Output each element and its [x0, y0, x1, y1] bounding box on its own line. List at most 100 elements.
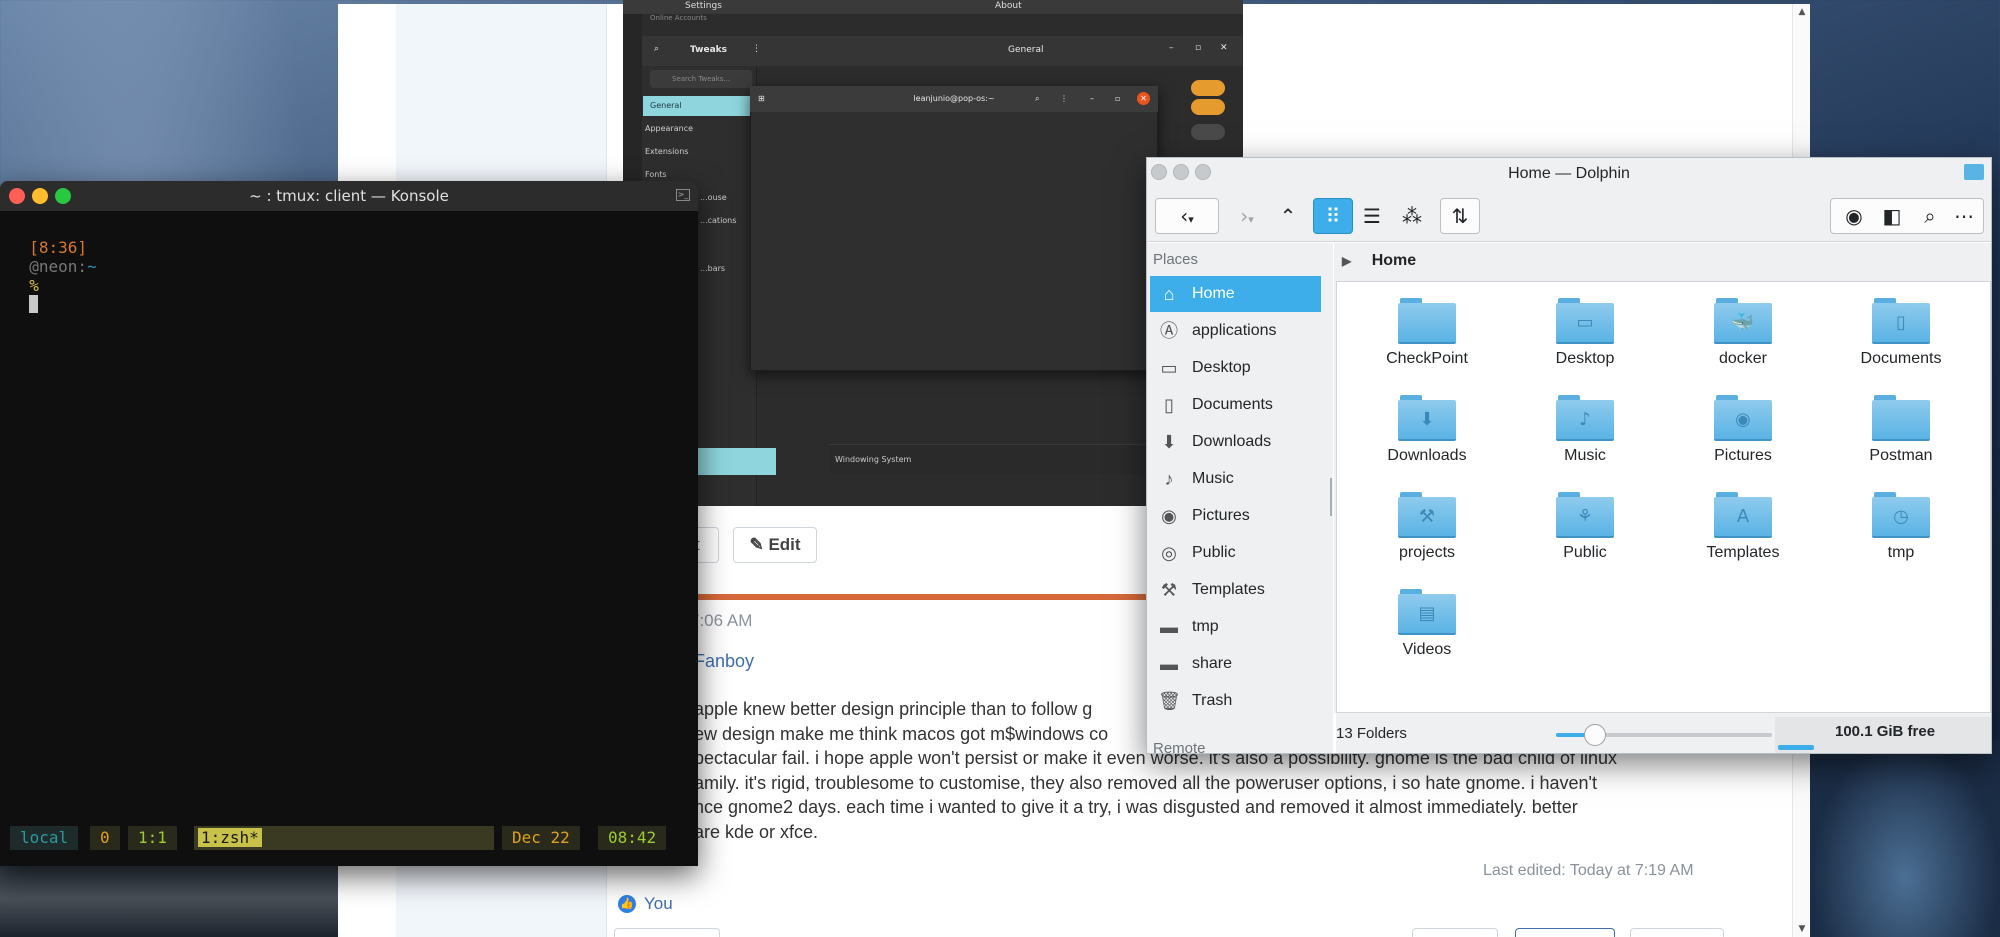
- terminal-search-icon[interactable]: ⌕: [1035, 86, 1039, 112]
- folder-item[interactable]: ⚒ projects: [1363, 492, 1491, 584]
- maximize-icon[interactable]: ▫: [1115, 86, 1120, 112]
- close-icon[interactable]: ✕: [1220, 43, 1228, 53]
- settings-selected-item[interactable]: [690, 448, 776, 475]
- place-applications[interactable]: Ⓐapplications: [1150, 313, 1321, 349]
- place-desktop[interactable]: ▭ Desktop: [1150, 350, 1321, 386]
- close-icon[interactable]: ✕: [1137, 92, 1150, 105]
- minimize-icon[interactable]: –: [1169, 43, 1174, 53]
- tmux-window-bar[interactable]: 1:zsh*: [194, 826, 494, 850]
- scroll-up-icon[interactable]: ▲: [1793, 4, 1811, 20]
- toggle-switch[interactable]: [1191, 99, 1225, 115]
- breadcrumb-home[interactable]: Home: [1372, 252, 1416, 269]
- folder-item[interactable]: A Templates: [1679, 492, 1807, 584]
- close-button[interactable]: [1151, 164, 1167, 180]
- minimize-button[interactable]: [32, 188, 48, 204]
- scroll-down-icon[interactable]: ▼: [1793, 921, 1811, 937]
- places-remote-header: Remote: [1153, 740, 1206, 757]
- folder-emblem: ◉: [1735, 409, 1751, 430]
- minimize-button[interactable]: [1173, 164, 1189, 180]
- icons-view-button[interactable]: ⠿: [1313, 198, 1353, 234]
- back-button[interactable]: ‹▾: [1155, 198, 1219, 234]
- post-action-button[interactable]: [1630, 928, 1724, 937]
- folder-item[interactable]: ⚘ Public: [1521, 492, 1649, 584]
- zoom-slider-handle[interactable]: [1584, 724, 1606, 746]
- post-action-button[interactable]: [1515, 928, 1615, 937]
- folder-icon: ♪: [1556, 395, 1614, 441]
- place-share[interactable]: ▬ share: [1150, 646, 1321, 682]
- maximize-icon[interactable]: ▫: [1195, 43, 1201, 53]
- sort-button[interactable]: ⇅: [1440, 198, 1480, 234]
- toggle-switch[interactable]: [1191, 80, 1225, 96]
- folder-item[interactable]: Postman: [1837, 395, 1965, 487]
- forward-button[interactable]: ›▾: [1218, 198, 1276, 234]
- panel-splitter[interactable]: [1330, 478, 1332, 516]
- terminal-icon[interactable]: >_: [676, 189, 690, 201]
- tweaks-item-applications[interactable]: ...cations: [700, 216, 736, 225]
- details-view-button[interactable]: ☰: [1352, 198, 1392, 234]
- tweaks-search-input[interactable]: Search Tweaks...: [650, 70, 752, 88]
- place-tmp[interactable]: ▬ tmp: [1150, 609, 1321, 645]
- folder-icon: ⬇: [1398, 395, 1456, 441]
- close-button[interactable]: [9, 188, 25, 204]
- konsole-window[interactable]: [0, 181, 698, 866]
- settings-item-online-accounts[interactable]: Online Accounts: [650, 14, 707, 22]
- post-button[interactable]: t: [695, 527, 719, 563]
- more-icon[interactable]: ⋯: [1947, 199, 1981, 233]
- edit-button[interactable]: ✎ Edit: [733, 527, 817, 563]
- folder-label: Postman: [1869, 447, 1933, 464]
- terminal-menu-icon[interactable]: ⋮: [1060, 86, 1068, 112]
- place-label: Trash: [1192, 692, 1233, 709]
- place-public[interactable]: ◎ Public: [1150, 535, 1321, 571]
- applications-icon: Ⓐ: [1160, 321, 1178, 341]
- minimize-icon[interactable]: –: [1090, 86, 1094, 112]
- eye-icon[interactable]: ◉: [1837, 199, 1871, 233]
- folder-item[interactable]: ▭ Desktop: [1521, 298, 1649, 390]
- prompt-time: [8:36]: [29, 238, 88, 257]
- folder-item[interactable]: ♪ Music: [1521, 395, 1649, 487]
- place-music[interactable]: ♪ Music: [1150, 461, 1321, 497]
- tweaks-item-extensions[interactable]: Extensions: [645, 147, 688, 156]
- toggle-switch[interactable]: [1191, 124, 1225, 140]
- split-view-icon[interactable]: ◧: [1875, 199, 1909, 233]
- tweaks-item-general[interactable]: General: [643, 96, 753, 116]
- post-author[interactable]: Fanboy: [694, 651, 754, 672]
- maximize-button[interactable]: [55, 188, 71, 204]
- post-action-button[interactable]: [1412, 928, 1498, 937]
- folder-item[interactable]: ⬇ Downloads: [1363, 395, 1491, 487]
- folder-item[interactable]: 🐳 docker: [1679, 298, 1807, 390]
- place-pictures[interactable]: ◉ Pictures: [1150, 498, 1321, 534]
- up-button[interactable]: ⌃: [1270, 198, 1306, 234]
- new-tab-icon[interactable]: ⊞: [758, 86, 765, 112]
- gnome-terminal-window: [750, 86, 1158, 371]
- folder-item[interactable]: ▯ Documents: [1837, 298, 1965, 390]
- folder-icon: [1398, 298, 1456, 344]
- tree-view-button[interactable]: ⁂: [1392, 198, 1432, 234]
- place-home[interactable]: ⌂ Home: [1150, 276, 1321, 312]
- shell-prompt[interactable]: [8:36] @neon:~ %: [10, 219, 97, 314]
- maximize-button[interactable]: [1195, 164, 1211, 180]
- folder-item[interactable]: ◉ Pictures: [1679, 395, 1807, 487]
- folder-item[interactable]: ▤ Videos: [1363, 589, 1491, 681]
- place-documents[interactable]: ▯ Documents: [1150, 387, 1321, 423]
- tweaks-menu-icon[interactable]: ⋮: [752, 44, 761, 54]
- tweaks-item-mouse[interactable]: ...ouse: [700, 193, 727, 202]
- chevron-right-icon[interactable]: ▶: [1342, 254, 1351, 268]
- search-icon[interactable]: ⌕: [1913, 199, 1947, 233]
- place-trash[interactable]: 🗑 Trash: [1150, 683, 1321, 719]
- folder-item[interactable]: ◷ tmp: [1837, 492, 1965, 584]
- templates-icon: ⚒: [1160, 580, 1178, 600]
- like-user[interactable]: You: [644, 894, 673, 914]
- text-cursor: [29, 295, 39, 313]
- tweaks-item-fonts[interactable]: Fonts: [645, 170, 667, 179]
- folder-item[interactable]: CheckPoint: [1363, 298, 1491, 390]
- post-action-button[interactable]: [614, 928, 720, 937]
- gnome-terminal-titlebar: ⊞ leanjunio@pop-os:~ ⌕ ⋮ – ▫ ✕: [750, 86, 1158, 112]
- post-line: amily. it's rigid, troublesome to custom…: [694, 772, 1597, 793]
- place-templates[interactable]: ⚒ Templates: [1150, 572, 1321, 608]
- like-summary[interactable]: 👍 You: [618, 894, 673, 914]
- breadcrumb[interactable]: ▶ Home: [1336, 246, 1416, 276]
- place-downloads[interactable]: ⬇ Downloads: [1150, 424, 1321, 460]
- tweaks-item-appearance[interactable]: Appearance: [645, 124, 693, 133]
- tweaks-search-icon[interactable]: ⌕: [654, 44, 659, 54]
- tweaks-item-top-bar[interactable]: ...bars: [700, 264, 725, 273]
